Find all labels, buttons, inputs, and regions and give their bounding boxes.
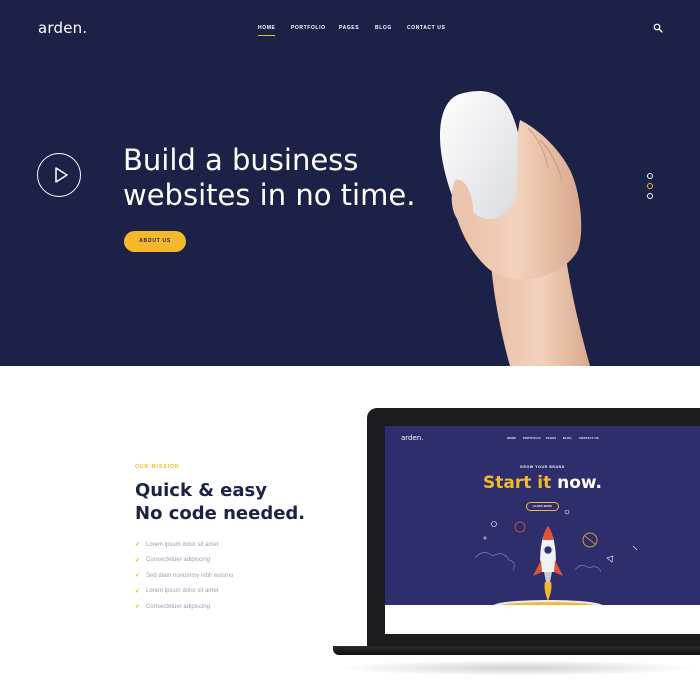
feature-text: Consectetuer adipiscing <box>146 603 211 610</box>
mockup-nav-home: HOME <box>507 437 516 440</box>
mockup-nav-blog: BLOG <box>563 437 572 440</box>
feature-list: ✔ Lorem ipsum dolor sit amet ✔ Consectetue… <box>135 537 233 615</box>
mockup-nav-portfolio: PORTFOLIO <box>523 437 541 440</box>
mockup-title: Start it now. <box>385 473 700 493</box>
feature-text: Lorem ipsum dolor sit amet <box>146 541 219 548</box>
hero-section: arden. HOME PORTFOLIO PAGES BLOG CONTACT… <box>0 0 700 366</box>
hand-mouse-image <box>439 91 590 366</box>
nav-item-home[interactable]: HOME <box>258 25 276 36</box>
mission-title-line1: Quick & easy <box>135 480 267 501</box>
nav-item-portfolio[interactable]: PORTFOLIO <box>291 25 326 31</box>
mission-title: Quick & easy No code needed. <box>135 479 335 525</box>
mockup-eyebrow: GROW YOUR BRAND <box>520 465 565 469</box>
feature-text: Consectetuer adipiscing <box>146 557 211 564</box>
feature-item: ✔ Lorem ipsum dolor sit amet <box>135 584 233 600</box>
mission-title-line2: No code needed. <box>135 503 306 524</box>
slider-dot-3[interactable] <box>647 193 653 199</box>
feature-text: Lorem ipsum dolor sit amet <box>146 588 219 595</box>
feature-text: Sed diam nonummy nibh euismo <box>146 572 234 579</box>
feature-item: ✔ Lorem ipsum dolor sit amet <box>135 537 233 553</box>
main-nav: HOME PORTFOLIO PAGES BLOG CONTACT US <box>0 25 700 37</box>
mockup-nav-pages: PAGES <box>546 437 557 440</box>
about-us-button[interactable]: ABOUT US <box>124 231 186 252</box>
hero-title-line2: websites in no time. <box>123 178 416 212</box>
feature-item: ✔ Consectetuer adipiscing <box>135 599 233 615</box>
mockup-title-accent: Start it <box>482 473 552 493</box>
nav-item-pages[interactable]: PAGES <box>339 25 359 31</box>
play-video-button[interactable] <box>37 153 81 197</box>
check-icon: ✔ <box>135 573 141 580</box>
mockup-logo: arden. <box>401 434 424 442</box>
feature-item: ✔ Consectetuer adipiscing <box>135 553 233 569</box>
feature-item: ✔ Sed diam nonummy nibh euismo <box>135 568 233 584</box>
slider-dots <box>647 173 655 203</box>
nav-item-blog[interactable]: BLOG <box>375 25 392 31</box>
mission-eyebrow: OUR MISSION <box>135 464 180 470</box>
laptop-screen: arden. HOME PORTFOLIO PAGES BLOG CONTACT… <box>385 426 700 634</box>
laptop-shadow <box>335 660 700 676</box>
search-icon[interactable] <box>653 23 663 33</box>
check-icon: ✔ <box>135 588 141 595</box>
check-icon: ✔ <box>135 557 141 564</box>
mockup-nav-contact: CONTACT US <box>579 437 599 440</box>
check-icon: ✔ <box>135 542 141 549</box>
hero-title: Build a business websites in no time. <box>123 143 453 213</box>
slider-dot-2[interactable] <box>647 183 653 189</box>
check-icon: ✔ <box>135 604 141 611</box>
slider-dot-1[interactable] <box>647 173 653 179</box>
play-icon <box>55 167 68 183</box>
mockup-title-rest: now. <box>557 473 602 493</box>
mockup-lower-section <box>385 605 700 634</box>
nav-item-contact[interactable]: CONTACT US <box>407 25 445 31</box>
hero-title-line1: Build a business <box>123 143 359 177</box>
laptop-base <box>333 646 700 655</box>
